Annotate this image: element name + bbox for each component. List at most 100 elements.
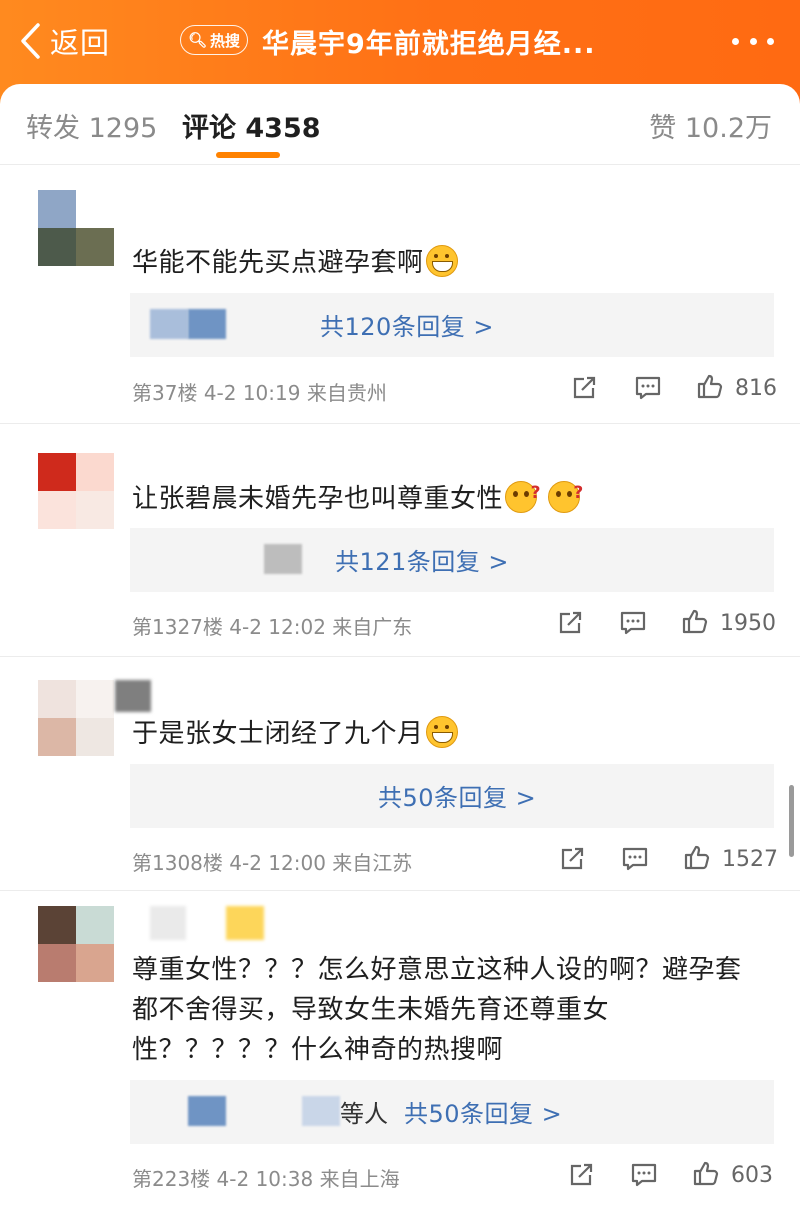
view-replies-link[interactable]: 共50条回复 > bbox=[404, 1094, 562, 1129]
avatar-pixel bbox=[76, 190, 114, 228]
thumbs-up-icon bbox=[693, 1161, 719, 1186]
floor-number: 第1308楼 bbox=[132, 851, 223, 875]
blurred-avatar bbox=[188, 1096, 226, 1126]
blurred-username bbox=[150, 906, 186, 940]
reply-button[interactable] bbox=[621, 845, 649, 873]
comment-line: 性？？？？？什么神奇的热搜啊 bbox=[132, 1035, 504, 1065]
comment-meta: 第1308楼 4-2 12:00 来自江苏 bbox=[132, 847, 412, 876]
avatar-pixel bbox=[76, 944, 114, 982]
more-dot bbox=[767, 37, 774, 45]
scrollbar-thumb[interactable] bbox=[789, 785, 794, 857]
reply-button[interactable] bbox=[630, 1161, 658, 1189]
floor-number: 第37楼 bbox=[132, 381, 198, 405]
replies-box[interactable]: 等人 共50条回复 > bbox=[130, 1080, 774, 1144]
avatar[interactable] bbox=[38, 680, 114, 756]
comment-location: 来自江苏 bbox=[332, 851, 413, 875]
more-dot bbox=[732, 37, 739, 45]
comment-icon bbox=[620, 611, 646, 635]
avatar[interactable] bbox=[38, 906, 114, 982]
avatar-pixel bbox=[38, 680, 76, 718]
view-replies-link[interactable]: 共120条回复 > bbox=[320, 307, 494, 342]
like-count: 1527 bbox=[722, 847, 778, 872]
comment-line: 尊重女性？？？怎么好意思立这种人设的啊？避孕套 bbox=[132, 955, 742, 985]
like-button[interactable] bbox=[692, 1159, 720, 1187]
tab-comments[interactable]: 评论 4358 bbox=[182, 106, 321, 145]
comment-text: 华能不能先买点避孕套啊 bbox=[132, 243, 458, 283]
replies-box[interactable]: 共50条回复 > bbox=[130, 764, 774, 828]
share-icon bbox=[561, 847, 584, 870]
avatar-pixel bbox=[38, 190, 76, 228]
comment-icon bbox=[631, 1163, 657, 1187]
comment-meta: 第37楼 4-2 10:19 来自贵州 bbox=[132, 377, 387, 406]
blurred-avatar bbox=[264, 544, 302, 574]
share-button[interactable] bbox=[558, 845, 586, 873]
comment-meta: 第1327楼 4-2 12:02 来自广东 bbox=[132, 611, 412, 640]
tab-forward[interactable]: 转发 1295 bbox=[26, 106, 157, 145]
tab-bar: 转发 1295 评论 4358 赞 10.2万 bbox=[0, 84, 800, 164]
floor-number: 第1327楼 bbox=[132, 615, 223, 639]
comment-location: 来自贵州 bbox=[306, 381, 387, 405]
share-icon bbox=[559, 611, 582, 634]
avatar-pixel bbox=[76, 680, 114, 718]
like-button[interactable] bbox=[696, 372, 724, 400]
share-button[interactable] bbox=[567, 1161, 595, 1189]
like-count: 816 bbox=[735, 376, 777, 401]
like-button[interactable] bbox=[681, 607, 709, 635]
view-replies-link[interactable]: 共50条回复 > bbox=[378, 778, 536, 813]
comment-location: 来自广东 bbox=[332, 615, 413, 639]
reply-button[interactable] bbox=[619, 609, 647, 637]
reply-prefix: 等人 bbox=[340, 1100, 388, 1128]
grin-emoji-icon bbox=[425, 245, 458, 277]
more-dot bbox=[749, 37, 757, 45]
divider bbox=[0, 423, 800, 424]
comment-text: 让张碧晨未婚先孕也叫尊重女性 bbox=[132, 473, 584, 519]
reply-button[interactable] bbox=[634, 374, 662, 402]
view-replies-link[interactable]: 共121条回复 > bbox=[335, 542, 509, 577]
replies-box[interactable]: 共120条回复 > bbox=[130, 293, 774, 357]
comment-location: 来自上海 bbox=[319, 1167, 400, 1191]
blurred-username bbox=[226, 906, 264, 940]
avatar-pixel bbox=[38, 718, 76, 756]
thumbs-up-icon bbox=[697, 374, 723, 399]
blurred-username bbox=[115, 680, 151, 712]
comment-icon bbox=[635, 376, 661, 400]
blurred-avatar bbox=[302, 1096, 340, 1126]
divider bbox=[0, 164, 800, 165]
comment-time: 4-2 10:19 bbox=[203, 381, 301, 405]
grin-emoji-icon bbox=[425, 716, 458, 748]
avatar[interactable] bbox=[38, 190, 114, 266]
chevron-left-icon bbox=[21, 23, 40, 59]
hot-badge-label: 热搜 bbox=[210, 31, 241, 50]
avatar-pixel bbox=[38, 453, 76, 491]
search-icon: 🔍︎ bbox=[187, 31, 208, 49]
comment-time: 4-2 10:38 bbox=[216, 1167, 314, 1191]
like-button[interactable] bbox=[683, 843, 711, 871]
share-button[interactable] bbox=[556, 609, 584, 637]
share-button[interactable] bbox=[570, 374, 598, 402]
active-tab-indicator bbox=[216, 152, 280, 158]
replies-box[interactable]: 共121条回复 > bbox=[130, 528, 774, 592]
divider bbox=[0, 890, 800, 891]
comment-line: 都不舍得买，导致女生未婚先育还尊重女 bbox=[132, 995, 610, 1025]
tab-likes[interactable]: 赞 10.2万 bbox=[649, 106, 772, 145]
floor-number: 第223楼 bbox=[132, 1167, 211, 1191]
comment-text: 于是张女士闭经了九个月 bbox=[132, 714, 458, 754]
back-label: 返回 bbox=[50, 26, 111, 60]
avatar-pixel bbox=[38, 491, 76, 529]
blurred-avatar bbox=[150, 309, 188, 339]
avatar[interactable] bbox=[38, 453, 114, 529]
avatar-pixel bbox=[76, 491, 114, 529]
back-button[interactable]: 返回 bbox=[18, 18, 110, 64]
topic-title[interactable]: 华晨宇9年前就拒绝月经... bbox=[262, 22, 642, 61]
comment-time: 4-2 12:02 bbox=[229, 615, 326, 639]
divider bbox=[0, 656, 800, 657]
like-count: 1950 bbox=[720, 611, 776, 636]
avatar-pixel bbox=[38, 228, 76, 266]
hot-search-badge[interactable]: 🔍︎ 热搜 bbox=[180, 25, 248, 55]
comment-icon bbox=[622, 847, 648, 871]
share-icon bbox=[570, 1163, 593, 1186]
thumbs-up-icon bbox=[682, 609, 708, 634]
more-button[interactable] bbox=[732, 26, 774, 56]
question-emoji-icon bbox=[505, 473, 541, 513]
comment-meta: 第223楼 4-2 10:38 来自上海 bbox=[132, 1163, 400, 1192]
